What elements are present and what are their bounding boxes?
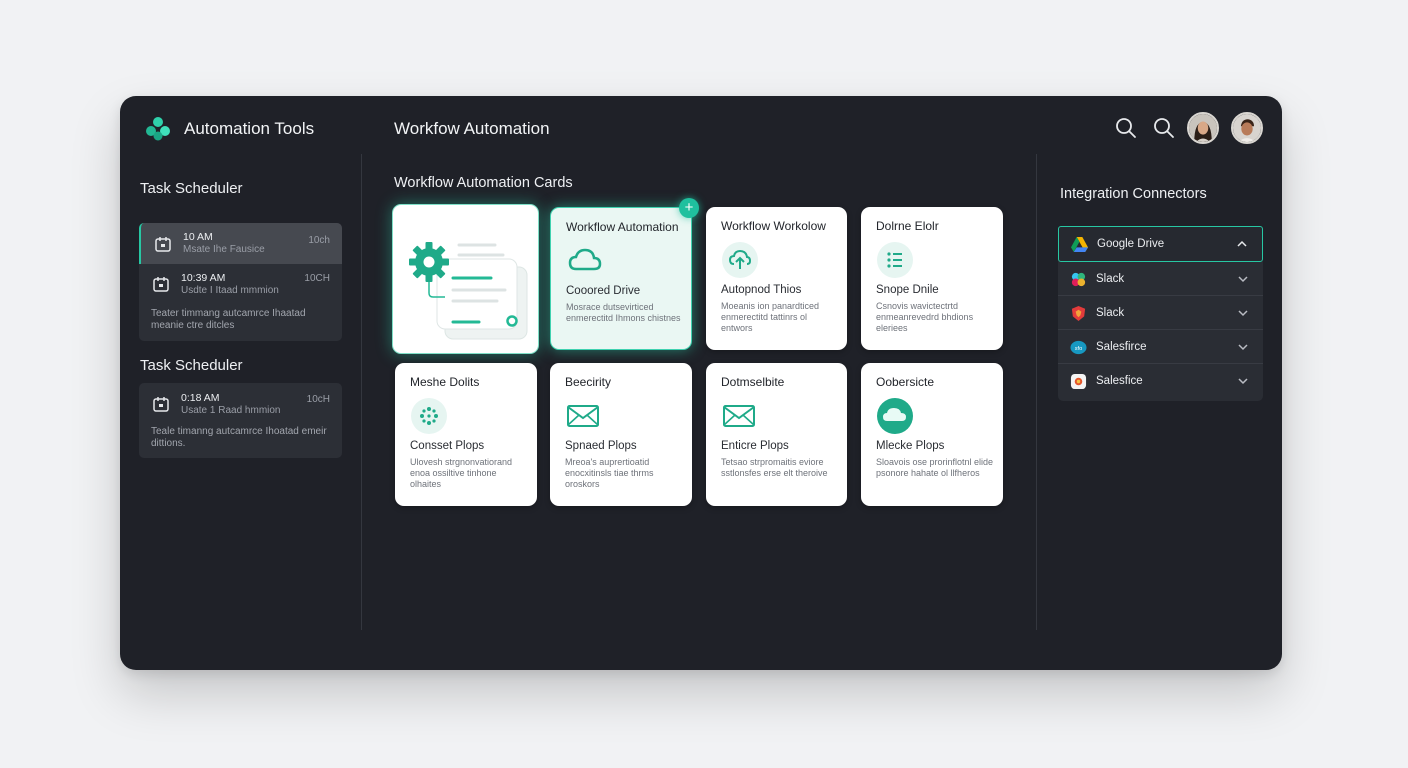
salesforce-icon: sfo [1070,340,1087,355]
card-description: Tetsao strpromaitis eviore sstlonsfes er… [721,457,828,478]
workflow-illustration[interactable] [392,204,539,354]
chevron-down-icon [1238,276,1248,283]
task-scheduler-title: Task Scheduler [140,180,243,197]
chevron-down-icon [1238,310,1248,317]
calendar-icon [153,397,169,412]
task-time: 0:18 AM [181,392,220,404]
dots-icon [411,398,447,434]
avatar[interactable] [1187,112,1219,144]
cloud-solid-icon [877,398,913,434]
add-card-button[interactable]: + [679,198,699,218]
connector-slack[interactable]: Slack [1058,296,1263,330]
cloud-icon [568,248,602,271]
connector-salesforce[interactable]: sfo Salesfirce [1058,330,1263,364]
workflow-card[interactable]: Dolrne Elolr Snope Dnile Csnovis wavicte… [861,207,1003,350]
card-title: Workflow Workolow [721,219,826,233]
card-title: Dolrne Elolr [876,219,939,233]
task-subtitle: Usate 1 Raad hmmion [181,405,281,416]
card-title: Dotmselbite [721,375,785,389]
calendar-icon [153,277,169,292]
card-heading: Spnaed Plops [565,440,637,452]
list-icon [877,242,913,278]
workflow-card[interactable]: Dotmselbite Enticre Plops Tetsao strprom… [706,363,847,506]
task-item[interactable]: 10 AM Msate Ihe Fausice 10ch [139,223,342,264]
card-heading: Enticre Plops [721,440,789,452]
task-list: 10 AM Msate Ihe Fausice 10ch 10:39 AM Us… [139,223,342,341]
card-description: Csnovis wavictectrtd enmeanrevedrd bhdio… [876,301,974,333]
cards-section-title: Workflow Automation Cards [394,175,573,191]
slack-red-icon [1071,305,1086,322]
task-item[interactable]: 10:39 AM Usdte I Itaad mmmion 10CH Teate… [139,264,342,341]
workflow-card[interactable]: Workflow Automation Cooored Drive Mosrac… [550,207,692,350]
task-duration: 10cH [306,394,330,405]
task-scheduler-title: Task Scheduler [140,357,243,374]
connector-label: Salesfirce [1096,341,1147,353]
card-heading: Consset Plops [410,440,485,452]
task-description: Teater timmang autcamrce Ihaatad meanie … [151,308,306,331]
connector-google-drive[interactable]: Google Drive [1058,226,1263,262]
chevron-down-icon [1238,344,1248,351]
chevron-down-icon [1238,378,1248,385]
svg-text:sfo: sfo [1075,346,1083,352]
task-subtitle: Usdte I Itaad mmmion [181,285,279,296]
connector-slack[interactable]: Slack [1058,262,1263,296]
connector-label: Slack [1096,273,1125,285]
app-title: Automation Tools [184,119,315,138]
card-description: Ulovesh strgnonvatiorand enoa ossiltive … [410,457,513,489]
card-description: Mosrace dutsevirticed enmerectitd Ihmons… [566,302,681,323]
connectors-title: Integration Connectors [1060,186,1207,202]
salesforce-alt-icon [1070,373,1087,390]
gear-document-icon [409,242,528,340]
divider [361,154,362,630]
connector-salesforce[interactable]: Salesfice [1058,364,1263,398]
card-heading: Snope Dnile [876,284,939,296]
card-heading: Cooored Drive [566,285,641,297]
app-logo-icon [146,117,170,141]
card-title: Oobersicte [876,375,935,389]
card-title: Beecirity [565,375,612,389]
mail-icon [567,405,599,427]
connector-label: Salesfice [1096,375,1143,387]
mail-icon [723,405,755,427]
card-title: Meshe Dolits [410,375,480,389]
app-window: Automation Tools Workfow Automation Task… [120,96,1282,670]
google-drive-icon [1071,236,1088,253]
task-subtitle: Msate Ihe Fausice [183,244,265,255]
search-icon[interactable] [1114,116,1138,140]
avatar[interactable] [1231,112,1263,144]
workflow-card[interactable]: Oobersicte Mlecke Plops Sloavois ose pro… [861,363,1003,506]
search-icon[interactable] [1152,116,1176,140]
page-title: Workfow Automation [394,119,550,138]
workflow-card[interactable]: Beecirity Spnaed Plops Mreoa's auprertio… [550,363,692,506]
cloud-upload-icon [722,242,758,278]
task-item[interactable]: 0:18 AM Usate 1 Raad hmmion 10cH Teale t… [139,383,342,458]
connector-label: Google Drive [1097,238,1165,250]
card-description: Sloavois ose prorinflotnl elide psonore … [876,457,994,478]
task-duration: 10CH [304,273,330,284]
task-time: 10:39 AM [181,272,226,284]
connector-label: Slack [1096,307,1125,319]
task-list: 0:18 AM Usate 1 Raad hmmion 10cH Teale t… [139,383,342,458]
card-heading: Autopnod Thios [721,284,802,296]
divider [1036,154,1037,630]
workflow-card[interactable]: Meshe Dolits Consset Plops Ulovesh strgn… [395,363,537,506]
workflow-card[interactable]: Workflow Workolow Autopnod Thios Moeanis… [706,207,847,350]
connector-list: Google Drive Slack Slack sfo Salesfirce … [1058,226,1263,401]
task-time: 10 AM [183,231,213,243]
calendar-icon [155,237,171,252]
card-description: Mreoa's auprertioatid enocxitinsls tiae … [565,457,654,489]
task-description: Teale timanng autcamrce Ihoatad emeir di… [151,426,327,449]
chevron-up-icon [1237,240,1247,247]
card-title: Workflow Automation [566,220,679,234]
card-heading: Mlecke Plops [876,440,945,452]
task-duration: 10ch [308,235,330,246]
slack-icon [1071,272,1086,287]
card-description: Moeanis ion panardticed enmerectitd tatt… [721,301,820,333]
